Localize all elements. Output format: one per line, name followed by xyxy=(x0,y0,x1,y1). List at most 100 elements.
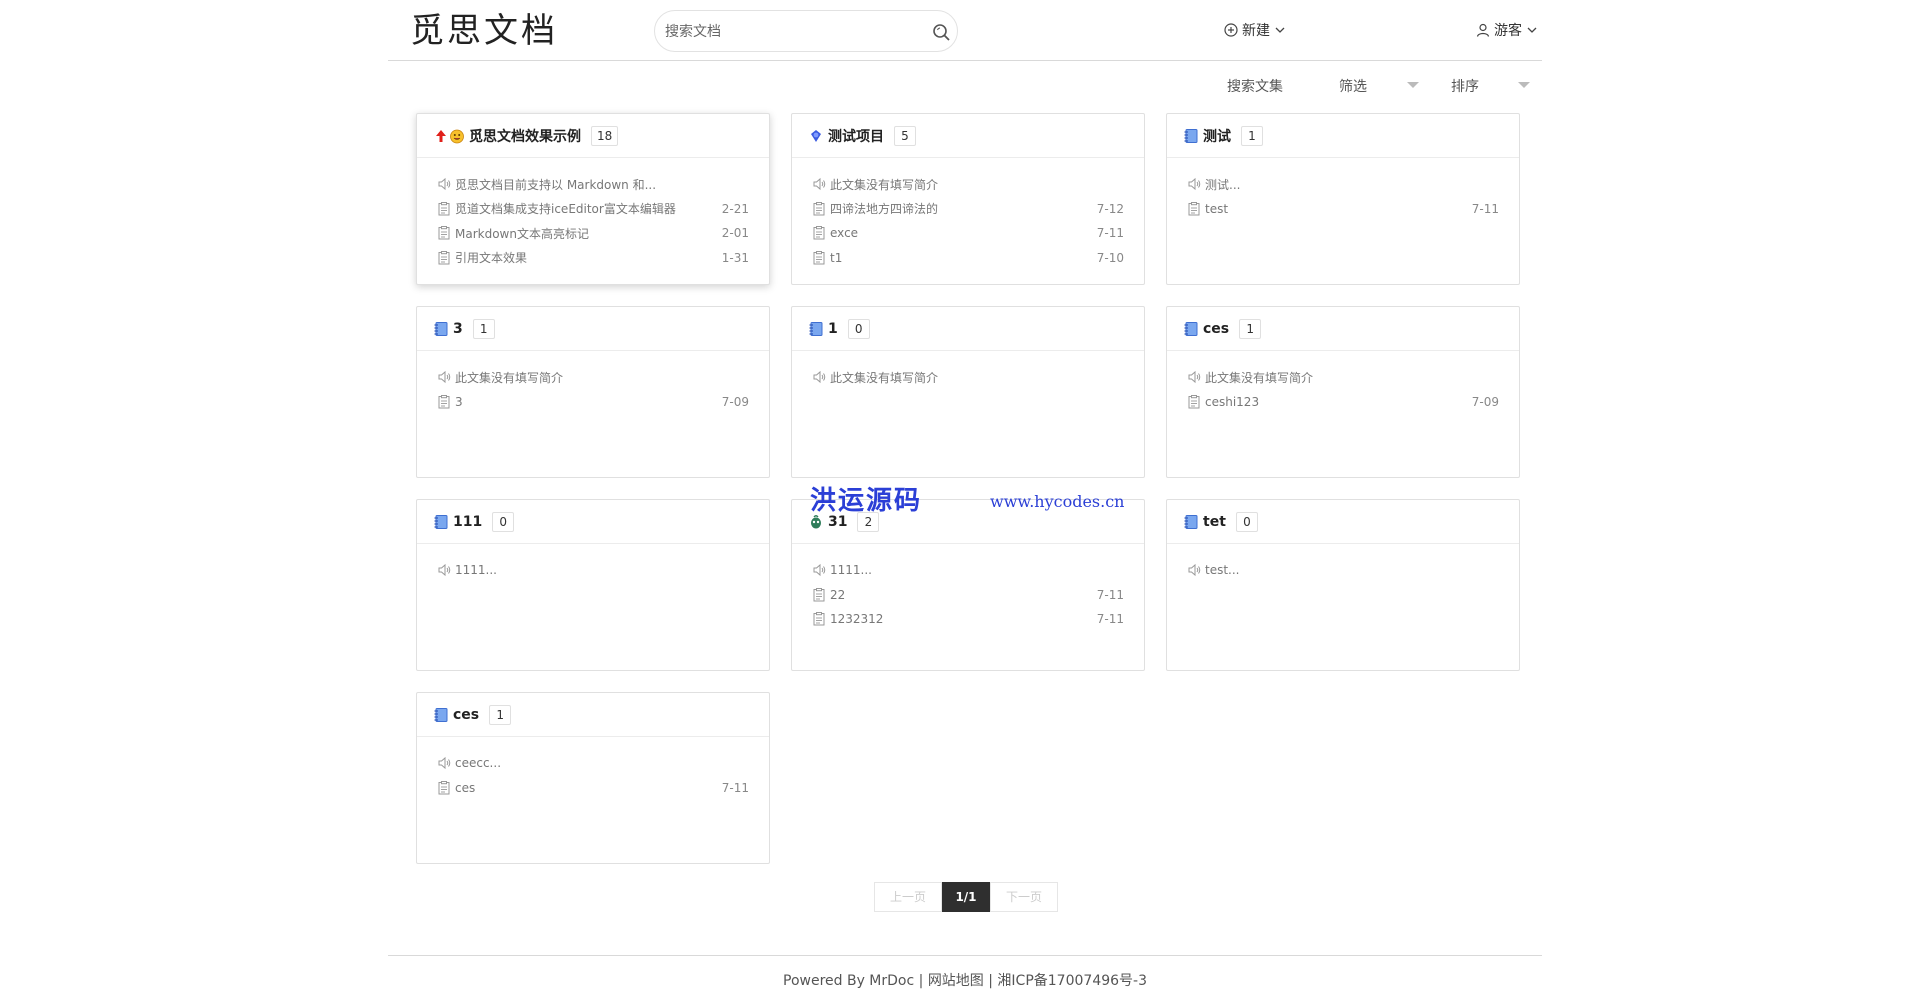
card-header: 觅思文档效果示例 18 xyxy=(417,114,769,158)
doc-count-badge: 1 xyxy=(1239,318,1262,339)
collection-title[interactable]: 测试 xyxy=(1203,126,1231,146)
card-header: 测试项目 5 xyxy=(792,114,1144,158)
doc-count-badge: 5 xyxy=(894,125,916,146)
doc-date: 7-09 xyxy=(1471,394,1499,409)
card-header: 111 0 xyxy=(417,500,769,544)
doc-title[interactable]: 四谛法地方四谛法的 xyxy=(830,200,1089,217)
doc-title[interactable]: ceshi123 xyxy=(1205,395,1464,409)
collection-card[interactable]: 1 0 此文集没有填写简介 xyxy=(791,306,1145,478)
card-body: test... xyxy=(1167,544,1519,583)
new-button-label: 新建 xyxy=(1242,23,1270,39)
doc-list-item[interactable]: ces 7-11 xyxy=(437,776,749,801)
collection-title[interactable]: 觅思文档效果示例 xyxy=(469,126,581,146)
new-button[interactable]: 新建 xyxy=(1224,20,1286,40)
document-icon xyxy=(437,394,455,409)
doc-list-item[interactable]: 引用文本效果 1-31 xyxy=(437,246,749,271)
collection-title[interactable]: ces xyxy=(453,707,479,723)
doc-count-badge: 1 xyxy=(1241,125,1263,146)
user-menu-button[interactable]: 游客 xyxy=(1476,20,1538,40)
doc-title[interactable]: 22 xyxy=(830,588,1089,602)
document-icon xyxy=(437,226,455,240)
doc-title[interactable]: t1 xyxy=(830,251,1089,265)
doc-list-item[interactable]: 1232312 7-11 xyxy=(812,607,1124,632)
intro-text: 此文集没有填写简介 xyxy=(830,177,939,192)
intro-text: 1111... xyxy=(830,563,872,578)
speaker-icon xyxy=(1187,563,1205,577)
collection-title[interactable]: ces xyxy=(1203,321,1229,337)
filter-caret-icon[interactable] xyxy=(1407,82,1419,88)
collection-card[interactable]: 觅思文档效果示例 18 觅思文档目前支持以 Markdown 和... 觅道文档集成支… xyxy=(416,113,770,285)
collection-card[interactable]: 测试项目 5 此文集没有填写简介 四谛法地方四谛法的 7-12 exce 7-11 t1 7-1… xyxy=(791,113,1145,285)
doc-title[interactable]: 1232312 xyxy=(830,612,1089,626)
collection-intro: 测试... xyxy=(1187,172,1499,197)
collection-intro: 觅思文档目前支持以 Markdown 和... xyxy=(437,172,749,197)
sitemap-link[interactable]: 网站地图 xyxy=(928,973,984,989)
speaker-icon xyxy=(812,177,830,191)
collection-title[interactable]: 测试项目 xyxy=(828,126,884,146)
doc-count-badge: 1 xyxy=(489,704,512,725)
doc-list-item[interactable]: t1 7-10 xyxy=(812,246,1124,271)
collection-title[interactable]: 111 xyxy=(453,514,482,530)
powered-by-link[interactable]: Powered By MrDoc | xyxy=(783,973,923,989)
doc-list-item[interactable]: 22 7-11 xyxy=(812,583,1124,608)
doc-list-item[interactable]: ceshi123 7-09 xyxy=(1187,390,1499,415)
doc-count-badge: 18 xyxy=(591,125,619,146)
collection-card[interactable]: 111 0 1111... xyxy=(416,499,770,671)
doc-list-item[interactable]: 四谛法地方四谛法的 7-12 xyxy=(812,197,1124,222)
collection-title[interactable]: 1 xyxy=(828,321,838,337)
doc-title[interactable]: Markdown文本高亮标记 xyxy=(455,225,714,242)
doc-date: 7-12 xyxy=(1096,201,1124,216)
document-icon xyxy=(812,201,830,216)
sort-caret-icon[interactable] xyxy=(1518,82,1530,88)
watermark-text: 洪运源码 xyxy=(810,486,923,516)
card-body: 此文集没有填写简介 xyxy=(792,351,1144,390)
doc-title[interactable]: ces xyxy=(455,781,714,795)
doc-title[interactable]: 引用文本效果 xyxy=(455,249,714,266)
site-logo[interactable]: 觅思文档 xyxy=(410,8,558,54)
collection-card[interactable]: 测试 1 测试... test 7-11 xyxy=(1166,113,1520,285)
icp-link[interactable]: | 湘ICP备17007496号-3 xyxy=(988,973,1147,989)
doc-list-item[interactable]: test 7-11 xyxy=(1187,197,1499,222)
speaker-icon xyxy=(437,370,455,384)
document-icon xyxy=(812,612,830,626)
doc-date: 7-11 xyxy=(1471,201,1499,216)
prev-page-button[interactable]: 上一页 xyxy=(874,882,942,912)
chevron-down-icon xyxy=(1527,27,1537,33)
collection-card[interactable]: 3 1 此文集没有填写简介 3 7-09 xyxy=(416,306,770,478)
intro-text: 此文集没有填写简介 xyxy=(455,370,564,385)
doc-list-item[interactable]: exce 7-11 xyxy=(812,221,1124,246)
watermark-url: www.hycodes.cn xyxy=(990,492,1125,511)
pagination: 上一页 1/1 下一页 xyxy=(874,882,1058,912)
card-body: 1111... xyxy=(417,544,769,583)
search-input[interactable] xyxy=(665,20,915,44)
search-collections-button[interactable]: 搜索文集 xyxy=(1227,76,1283,96)
collection-title[interactable]: tet xyxy=(1203,514,1226,530)
doc-count-badge: 1 xyxy=(472,318,495,339)
notebook-icon xyxy=(1183,321,1199,337)
collection-card[interactable]: ces 1 ceecc... ces 7-11 xyxy=(416,692,770,864)
collection-card[interactable]: tet 0 test... xyxy=(1166,499,1520,671)
collection-intro: 1111... xyxy=(437,558,749,583)
doc-date: 7-11 xyxy=(1096,226,1124,241)
sort-dropdown[interactable]: 排序 xyxy=(1451,76,1479,96)
doc-list-item[interactable]: Markdown文本高亮标记 2-01 xyxy=(437,221,749,246)
collection-card[interactable]: 31 2 1111... 22 7-11 1232312 7-11 xyxy=(791,499,1145,671)
collection-title[interactable]: 3 xyxy=(453,321,463,337)
next-page-button[interactable]: 下一页 xyxy=(990,882,1058,912)
card-header: 测试 1 xyxy=(1167,114,1519,158)
doc-list-item[interactable]: 3 7-09 xyxy=(437,390,749,415)
doc-list-item[interactable]: 觅道文档集成支持iceEditor富文本编辑器 2-21 xyxy=(437,197,749,222)
doc-title[interactable]: test xyxy=(1205,202,1464,216)
card-body: 此文集没有填写简介 ceshi123 7-09 xyxy=(1167,351,1519,414)
search-icon[interactable] xyxy=(931,22,951,42)
collection-intro: 此文集没有填写简介 xyxy=(1187,365,1499,390)
notebook-icon xyxy=(433,514,449,530)
doc-date: 2-01 xyxy=(721,226,749,241)
doc-title[interactable]: 3 xyxy=(455,395,714,409)
speaker-icon xyxy=(437,177,455,191)
filter-dropdown[interactable]: 筛选 xyxy=(1339,76,1367,96)
doc-title[interactable]: exce xyxy=(830,226,1089,240)
intro-text: 觅思文档目前支持以 Markdown 和... xyxy=(455,177,657,192)
doc-title[interactable]: 觅道文档集成支持iceEditor富文本编辑器 xyxy=(455,200,714,217)
collection-card[interactable]: ces 1 此文集没有填写简介 ceshi123 7-09 xyxy=(1166,306,1520,478)
